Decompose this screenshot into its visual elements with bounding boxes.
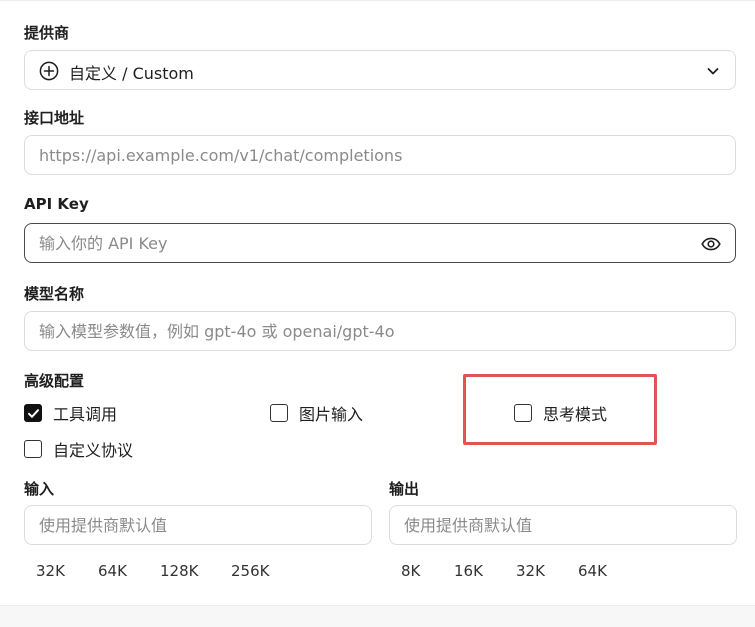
checkbox-unchecked[interactable] — [270, 404, 288, 422]
top-divider — [0, 0, 755, 1]
endpoint-input[interactable] — [39, 136, 679, 174]
output-preset-8k[interactable]: 8K — [401, 562, 420, 580]
highlight-annotation-box — [463, 374, 657, 445]
api-key-field-box — [24, 223, 736, 263]
checkbox-label: 工具调用 — [53, 405, 118, 424]
chevron-down-icon — [705, 63, 721, 83]
output-preset-16k[interactable]: 16K — [454, 562, 483, 580]
model-label: 模型名称 — [24, 285, 85, 303]
checkbox-checked[interactable] — [24, 404, 42, 422]
input-preset-128k[interactable]: 128K — [160, 562, 198, 580]
input-preset-64k[interactable]: 64K — [98, 562, 127, 580]
model-input[interactable] — [39, 312, 679, 350]
checkbox-image-input[interactable]: 图片输入 — [270, 402, 363, 424]
api-key-label: API Key — [24, 195, 89, 213]
checkbox-label: 图片输入 — [299, 405, 364, 424]
checkbox-tool-calling[interactable]: 工具调用 — [24, 402, 117, 424]
provider-select[interactable]: 自定义 / Custom — [24, 50, 736, 90]
output-limit-label: 输出 — [389, 480, 420, 498]
eye-icon[interactable] — [701, 236, 721, 256]
footer-bar — [0, 605, 755, 627]
checkbox-unchecked[interactable] — [24, 440, 42, 458]
advanced-label: 高级配置 — [24, 372, 85, 390]
provider-label: 提供商 — [24, 24, 70, 42]
output-limit-field-box — [389, 505, 737, 545]
endpoint-field-box — [24, 135, 736, 175]
endpoint-label: 接口地址 — [24, 109, 85, 127]
model-field-box — [24, 311, 736, 351]
api-key-input[interactable] — [39, 224, 679, 262]
check-icon — [27, 408, 39, 418]
output-preset-32k[interactable]: 32K — [516, 562, 545, 580]
input-limit-label: 输入 — [24, 480, 55, 498]
input-preset-256k[interactable]: 256K — [231, 562, 269, 580]
output-preset-64k[interactable]: 64K — [578, 562, 607, 580]
input-preset-32k[interactable]: 32K — [36, 562, 65, 580]
input-limit-input[interactable] — [39, 506, 349, 544]
output-limit-input[interactable] — [404, 506, 714, 544]
plus-circle-icon — [39, 61, 59, 85]
provider-selected-value: 自定义 / Custom — [69, 64, 194, 83]
checkbox-custom-protocol[interactable]: 自定义协议 — [24, 438, 133, 460]
input-limit-field-box — [24, 505, 372, 545]
checkbox-label: 自定义协议 — [53, 441, 134, 460]
